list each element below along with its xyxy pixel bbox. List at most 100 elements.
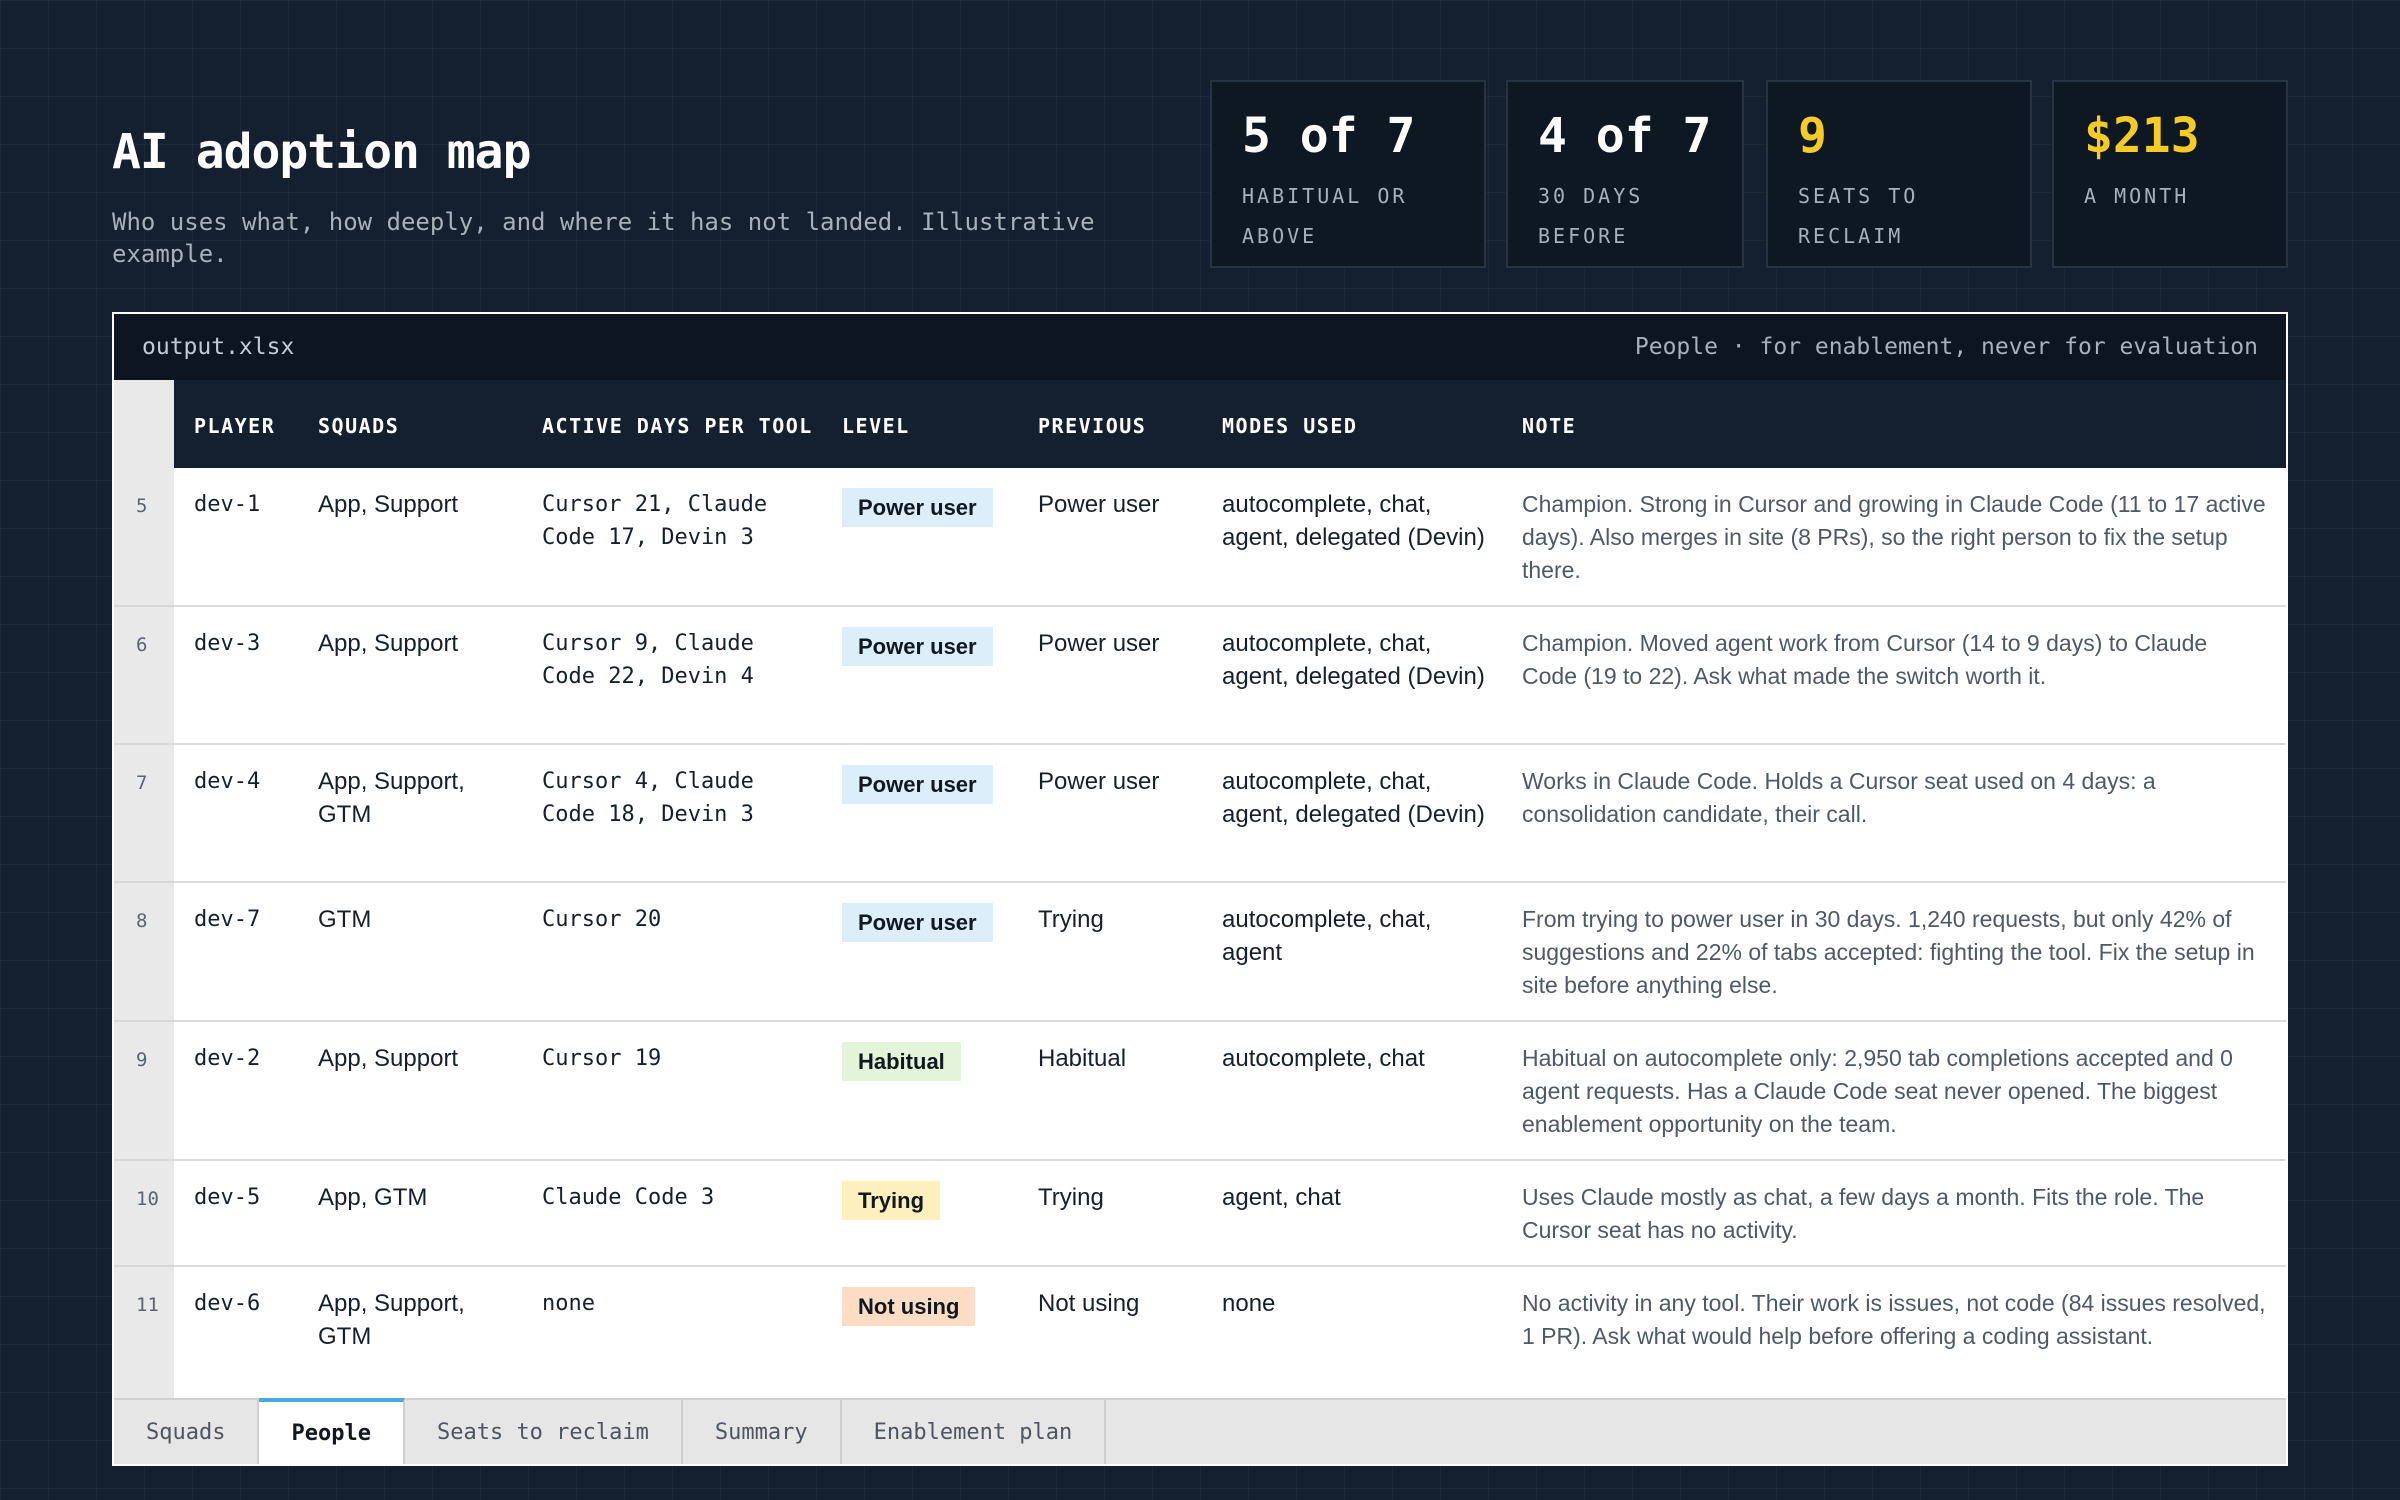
cell-previous[interactable]: Power user (1018, 468, 1202, 607)
cell-level[interactable]: Trying (822, 1160, 1018, 1267)
column-header-squads[interactable]: Squads (298, 380, 522, 468)
stat-card-monthly-cost: $213 A month (2052, 80, 2288, 268)
stat-label: A month (2084, 184, 2190, 208)
level-badge: Power user (842, 627, 993, 666)
stat-value: 4 of 7 (1538, 108, 1712, 164)
row-number: 6 (114, 606, 174, 745)
level-badge: Power user (842, 765, 993, 804)
cell-player[interactable]: dev-6 (174, 1266, 298, 1405)
level-badge: Power user (842, 903, 993, 942)
table-row: 6 dev-3 App, Support Cursor 9, Claude Co… (114, 606, 2286, 745)
cell-level[interactable]: Power user (822, 468, 1018, 607)
cell-player[interactable]: dev-3 (174, 606, 298, 745)
cell-note[interactable]: Uses Claude mostly as chat, a few days a… (1502, 1160, 2286, 1267)
cell-modes[interactable]: agent, chat (1202, 1160, 1502, 1267)
cell-level[interactable]: Power user (822, 882, 1018, 1022)
cell-active-days[interactable]: Cursor 9, Claude Code 22, Devin 4 (522, 606, 822, 745)
sheet-titlebar: output.xlsx People · for enablement, nev… (114, 314, 2286, 380)
column-header-previous[interactable]: Previous (1018, 380, 1202, 468)
table-row: 11 dev-6 App, Support, GTM none Not usin… (114, 1266, 2286, 1405)
cell-player[interactable]: dev-7 (174, 882, 298, 1022)
stat-label: Habitual or above (1242, 184, 1408, 248)
table-row: 7 dev-4 App, Support, GTM Cursor 4, Clau… (114, 744, 2286, 883)
cell-active-days[interactable]: Cursor 19 (522, 1021, 822, 1161)
header-row: Player Squads Active days per tool Level… (114, 380, 2286, 468)
cell-player[interactable]: dev-4 (174, 744, 298, 883)
sheet-note: People · for enablement, never for evalu… (1634, 334, 2258, 360)
cell-previous[interactable]: Trying (1018, 882, 1202, 1022)
stat-value: 5 of 7 (1242, 108, 1416, 164)
column-header-modes[interactable]: Modes used (1202, 380, 1502, 468)
cell-level[interactable]: Not using (822, 1266, 1018, 1405)
stat-card-seats: 9 Seats to reclaim (1766, 80, 2032, 268)
cell-note[interactable]: Champion. Moved agent work from Cursor (… (1502, 606, 2286, 745)
cell-modes[interactable]: none (1202, 1266, 1502, 1405)
page-title: AI adoption map (112, 124, 531, 180)
cell-player[interactable]: dev-5 (174, 1160, 298, 1267)
cell-squads[interactable]: App, GTM (298, 1160, 522, 1267)
stat-value: $213 (2084, 108, 2200, 164)
column-header-active-days[interactable]: Active days per tool (522, 380, 822, 468)
level-badge: Habitual (842, 1042, 961, 1081)
cell-active-days[interactable]: Cursor 4, Claude Code 18, Devin 3 (522, 744, 822, 883)
cell-note[interactable]: Works in Claude Code. Holds a Cursor sea… (1502, 744, 2286, 883)
level-badge: Not using (842, 1287, 976, 1326)
spreadsheet-window: output.xlsx People · for enablement, nev… (112, 312, 2288, 1466)
cell-note[interactable]: From trying to power user in 30 days. 1,… (1502, 882, 2286, 1022)
row-number: 10 (114, 1160, 174, 1267)
cell-previous[interactable]: Habitual (1018, 1021, 1202, 1161)
cell-player[interactable]: dev-1 (174, 468, 298, 607)
tab-people[interactable]: People (259, 1398, 405, 1464)
level-badge: Trying (842, 1181, 941, 1220)
cell-active-days[interactable]: Cursor 20 (522, 882, 822, 1022)
row-number: 11 (114, 1266, 174, 1405)
cell-modes[interactable]: autocomplete, chat, agent (1202, 882, 1502, 1022)
cell-modes[interactable]: autocomplete, chat, agent, delegated (De… (1202, 606, 1502, 745)
column-header-note[interactable]: Note (1502, 380, 2286, 468)
table-row: 9 dev-2 App, Support Cursor 19 Habitual … (114, 1021, 2286, 1161)
stat-card-habitual: 5 of 7 Habitual or above (1210, 80, 1486, 268)
cell-previous[interactable]: Not using (1018, 1266, 1202, 1405)
row-number: 9 (114, 1021, 174, 1161)
stat-label: Seats to reclaim (1798, 184, 1919, 248)
cell-active-days[interactable]: none (522, 1266, 822, 1405)
cell-previous[interactable]: Power user (1018, 744, 1202, 883)
level-badge: Power user (842, 488, 993, 527)
cell-modes[interactable]: autocomplete, chat, agent, delegated (De… (1202, 744, 1502, 883)
cell-level[interactable]: Power user (822, 606, 1018, 745)
table-row: 8 dev-7 GTM Cursor 20 Power user Trying … (114, 882, 2286, 1022)
stat-card-30-days: 4 of 7 30 days before (1506, 80, 1744, 268)
cell-squads[interactable]: App, Support (298, 1021, 522, 1161)
cell-player[interactable]: dev-2 (174, 1021, 298, 1161)
stat-label: 30 days before (1538, 184, 1644, 248)
cell-active-days[interactable]: Claude Code 3 (522, 1160, 822, 1267)
table-row: 5 dev-1 App, Support Cursor 21, Claude C… (114, 468, 2286, 607)
sheet-tab-bar: Squads People Seats to reclaim Summary E… (114, 1398, 2286, 1464)
cell-squads[interactable]: GTM (298, 882, 522, 1022)
cell-note[interactable]: Habitual on autocomplete only: 2,950 tab… (1502, 1021, 2286, 1161)
cell-previous[interactable]: Trying (1018, 1160, 1202, 1267)
cell-squads[interactable]: App, Support (298, 468, 522, 607)
cell-note[interactable]: No activity in any tool. Their work is i… (1502, 1266, 2286, 1405)
column-header-player[interactable]: Player (174, 380, 298, 468)
cell-squads[interactable]: App, Support, GTM (298, 1266, 522, 1405)
cell-previous[interactable]: Power user (1018, 606, 1202, 745)
cell-level[interactable]: Power user (822, 744, 1018, 883)
table-row: 10 dev-5 App, GTM Claude Code 3 Trying T… (114, 1160, 2286, 1267)
cell-modes[interactable]: autocomplete, chat (1202, 1021, 1502, 1161)
table-wrap: Player Squads Active days per tool Level… (114, 380, 2286, 1405)
column-header-level[interactable]: Level (822, 380, 1018, 468)
tab-seats-to-reclaim[interactable]: Seats to reclaim (405, 1400, 683, 1464)
tab-squads[interactable]: Squads (114, 1400, 260, 1464)
tab-enablement-plan[interactable]: Enablement plan (842, 1400, 1107, 1464)
cell-level[interactable]: Habitual (822, 1021, 1018, 1161)
cell-squads[interactable]: App, Support, GTM (298, 744, 522, 883)
row-number: 7 (114, 744, 174, 883)
row-number-header (114, 380, 174, 468)
row-number: 8 (114, 882, 174, 1022)
cell-active-days[interactable]: Cursor 21, Claude Code 17, Devin 3 (522, 468, 822, 607)
cell-modes[interactable]: autocomplete, chat, agent, delegated (De… (1202, 468, 1502, 607)
cell-note[interactable]: Champion. Strong in Cursor and growing i… (1502, 468, 2286, 607)
cell-squads[interactable]: App, Support (298, 606, 522, 745)
tab-summary[interactable]: Summary (683, 1400, 842, 1464)
